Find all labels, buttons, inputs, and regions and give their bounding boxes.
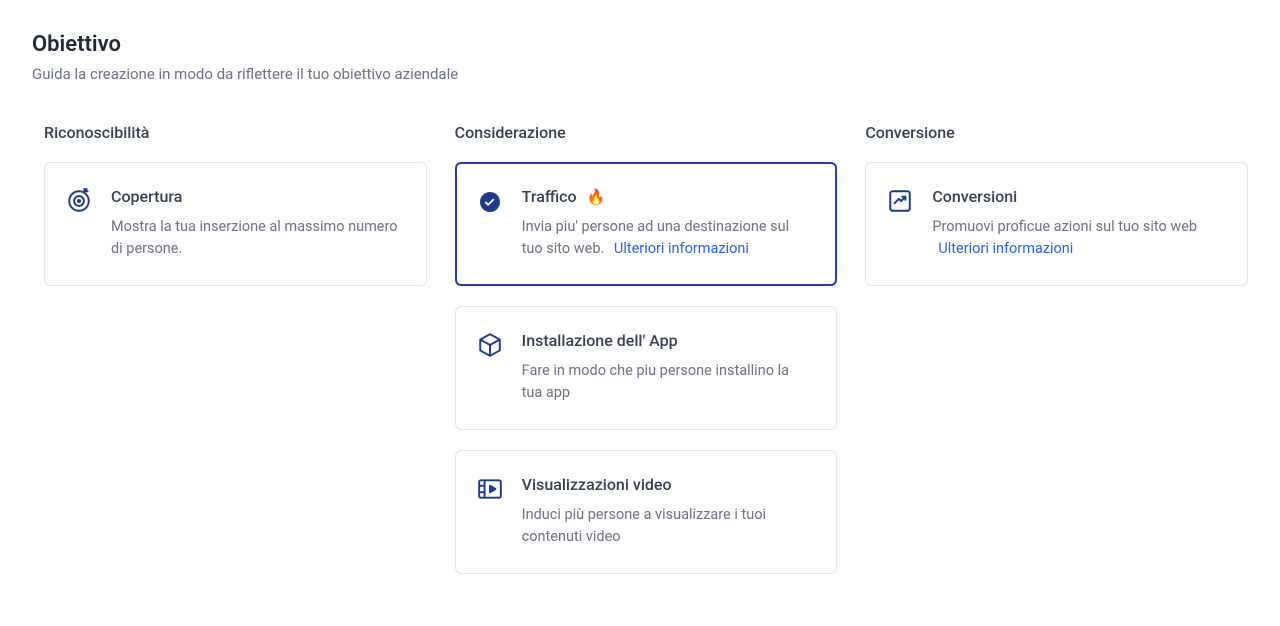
- target-icon: [65, 187, 93, 215]
- column-conversion: Conversione Conversioni Promuovi proficu…: [865, 123, 1248, 594]
- card-title: Conversioni: [932, 187, 1017, 206]
- card-body: Installazione dell' App Fare in modo che…: [522, 331, 813, 405]
- card-title: Traffico: [522, 187, 577, 206]
- card-title: Visualizzazioni video: [522, 475, 672, 494]
- card-conversions[interactable]: Conversioni Promuovi proficue azioni sul…: [865, 162, 1248, 286]
- card-desc: Induci più persone a visualizzare i tuoi…: [522, 504, 813, 549]
- cube-icon: [476, 331, 504, 359]
- video-icon: [476, 475, 504, 503]
- objective-columns: Riconoscibilità Copertura Mostra la tua …: [32, 123, 1248, 594]
- page-header: Obiettivo Guida la creazione in modo da …: [32, 32, 1248, 83]
- column-awareness: Riconoscibilità Copertura Mostra la tua …: [44, 123, 427, 594]
- page-title: Obiettivo: [32, 32, 1248, 57]
- card-title: Copertura: [111, 187, 182, 206]
- card-desc: Promuovi proficue azioni sul tuo sito we…: [932, 216, 1223, 261]
- card-desc: Mostra la tua inserzione al massimo nume…: [111, 216, 402, 261]
- selected-check-icon: [476, 187, 504, 215]
- card-reach[interactable]: Copertura Mostra la tua inserzione al ma…: [44, 162, 427, 286]
- chart-arrow-icon: [886, 187, 914, 215]
- column-heading-consideration: Considerazione: [455, 123, 838, 142]
- card-desc: Fare in modo che piu persone installino …: [522, 360, 813, 405]
- page-subtitle: Guida la creazione in modo da riflettere…: [32, 65, 1248, 83]
- column-heading-conversion: Conversione: [865, 123, 1248, 142]
- card-body: Copertura Mostra la tua inserzione al ma…: [111, 187, 402, 261]
- card-body: Conversioni Promuovi proficue azioni sul…: [932, 187, 1223, 261]
- card-traffic[interactable]: Traffico 🔥 Invia piu' persone ad una des…: [455, 162, 838, 286]
- card-body: Traffico 🔥 Invia piu' persone ad una des…: [522, 187, 813, 261]
- learn-more-link[interactable]: Ulteriori informazioni: [614, 240, 749, 257]
- column-heading-awareness: Riconoscibilità: [44, 123, 427, 142]
- column-consideration: Considerazione Traffico 🔥 Invia piu' per…: [455, 123, 838, 594]
- card-title: Installazione dell' App: [522, 331, 678, 350]
- card-app-install[interactable]: Installazione dell' App Fare in modo che…: [455, 306, 838, 430]
- learn-more-link[interactable]: Ulteriori informazioni: [938, 240, 1073, 257]
- fire-icon: 🔥: [587, 188, 606, 206]
- card-desc: Invia piu' persone ad una destinazione s…: [522, 216, 813, 261]
- card-body: Visualizzazioni video Induci più persone…: [522, 475, 813, 549]
- card-video-views[interactable]: Visualizzazioni video Induci più persone…: [455, 450, 838, 574]
